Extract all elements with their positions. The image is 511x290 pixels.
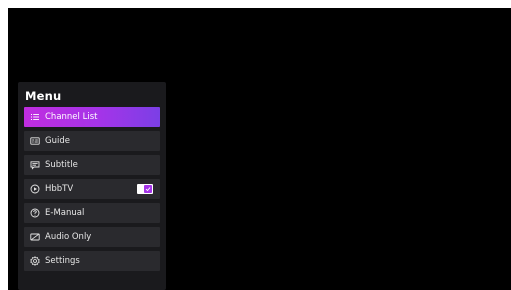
menu-item-label: HbbTV — [45, 184, 74, 194]
check-icon — [144, 185, 152, 193]
help-icon — [30, 208, 40, 218]
menu-item-label: Audio Only — [45, 232, 92, 242]
menu-item-label: Guide — [45, 136, 70, 146]
menu-item-audio-only[interactable]: Audio Only — [24, 227, 160, 247]
menu-item-e-manual[interactable]: E-Manual — [24, 203, 160, 223]
hbbtv-icon — [30, 184, 40, 194]
menu-item-settings[interactable]: Settings — [24, 251, 160, 271]
menu-panel: Menu Channel List Guide Subtitle HbbTV E… — [18, 82, 166, 290]
menu-item-guide[interactable]: Guide — [24, 131, 160, 151]
menu-item-label: Channel List — [45, 112, 98, 122]
settings-icon — [30, 256, 40, 266]
menu-item-subtitle[interactable]: Subtitle — [24, 155, 160, 175]
subtitle-icon — [30, 160, 40, 170]
menu-item-hbbtv[interactable]: HbbTV — [24, 179, 160, 199]
menu-item-label: Subtitle — [45, 160, 78, 170]
menu-title: Menu — [25, 89, 62, 103]
menu-list: Channel List Guide Subtitle HbbTV E-Manu… — [24, 107, 160, 275]
menu-item-label: Settings — [45, 256, 80, 266]
guide-icon — [30, 136, 40, 146]
audio-only-icon — [30, 232, 40, 242]
list-icon — [30, 112, 40, 122]
menu-item-channel-list[interactable]: Channel List — [24, 107, 160, 127]
menu-item-label: E-Manual — [45, 208, 85, 218]
hbbtv-toggle[interactable] — [137, 184, 153, 194]
tv-screen: Menu Channel List Guide Subtitle HbbTV E… — [8, 8, 511, 290]
